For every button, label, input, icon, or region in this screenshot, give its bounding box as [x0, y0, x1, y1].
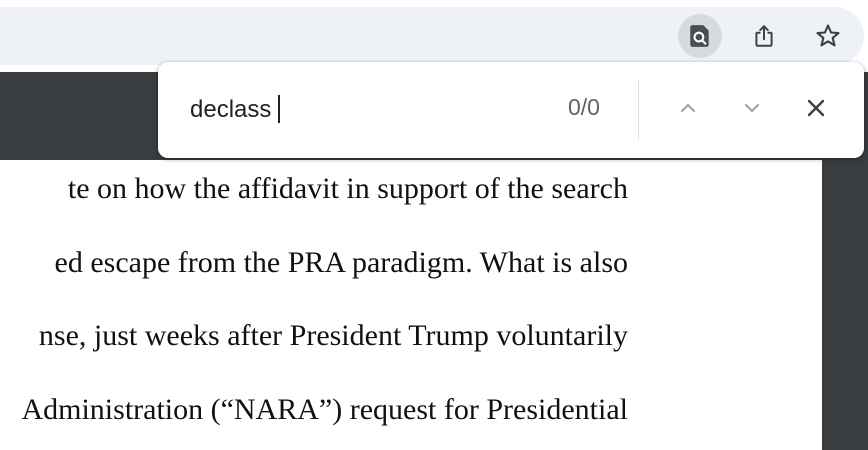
find-bar-divider [638, 80, 639, 140]
next-match-button[interactable] [728, 86, 776, 134]
document-line: ed escape from the PRA paradigm. What is… [54, 246, 628, 279]
document-line: nse, just weeks after President Trump vo… [38, 319, 628, 352]
pdf-page: te on how the affidavit in support of th… [0, 160, 822, 450]
document-line: te on how the affidavit in support of th… [67, 172, 628, 205]
bookmark-star-icon [814, 22, 842, 50]
share-icon [751, 23, 777, 49]
match-count: 0/0 [568, 94, 600, 120]
find-input[interactable] [190, 92, 550, 128]
find-bar: 0/0 [158, 62, 864, 158]
chevron-down-icon [740, 96, 764, 125]
document-line: Administration (“NARA”) request for Pres… [21, 393, 628, 426]
text-caret [278, 95, 280, 123]
share-button[interactable] [742, 14, 786, 58]
bookmark-button[interactable] [806, 14, 850, 58]
browser-window: te on how the affidavit in support of th… [0, 0, 868, 450]
close-find-button[interactable] [792, 86, 840, 134]
search-in-page-icon [687, 23, 713, 49]
close-icon [804, 96, 828, 125]
previous-match-button[interactable] [664, 86, 712, 134]
chevron-up-icon [676, 96, 700, 125]
address-bar[interactable] [0, 7, 864, 65]
search-in-page-button[interactable] [678, 14, 722, 58]
